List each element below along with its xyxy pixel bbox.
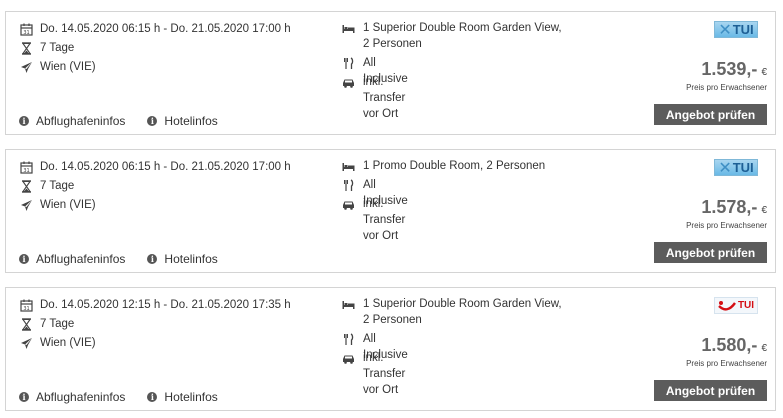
svg-text:31: 31 bbox=[23, 168, 29, 174]
logo-x-mark: ✕ bbox=[718, 21, 732, 39]
price-amount: 1.539,- bbox=[701, 59, 758, 79]
price: 1.580,- € bbox=[701, 335, 767, 356]
car-icon bbox=[342, 76, 355, 89]
hourglass-icon bbox=[20, 317, 33, 331]
room-description: 1 Superior Double Room Garden View, 2 Pe… bbox=[363, 22, 562, 50]
airport-info-link[interactable]: i Abflughafeninfos bbox=[19, 252, 125, 266]
logo-text: TUI bbox=[732, 160, 754, 175]
departure-row: Wien (VIE) bbox=[20, 336, 96, 350]
duration: 7 Tage bbox=[40, 180, 75, 192]
offer-card: 31 Do. 14.05.2020 06:15 h - Do. 21.05.20… bbox=[5, 149, 776, 273]
hotel-info-link[interactable]: i Hotelinfos bbox=[147, 114, 218, 128]
price-note: Preis pro Erwachsener bbox=[686, 359, 767, 368]
logo-text: TUI bbox=[737, 300, 755, 311]
room-row: 1 Superior Double Room Garden View, 2 Pe… bbox=[342, 296, 563, 328]
date-range: Do. 14.05.2020 06:15 h - Do. 21.05.2020 … bbox=[40, 23, 291, 35]
info-links: i Abflughafeninfos i Hotelinfos bbox=[19, 114, 240, 128]
duration-row: 7 Tage bbox=[20, 41, 74, 55]
info-icon: i bbox=[147, 254, 158, 264]
departure-airport: Wien (VIE) bbox=[40, 199, 96, 211]
date-range-row: 31 Do. 14.05.2020 06:15 h - Do. 21.05.20… bbox=[20, 160, 291, 174]
transfer-info: inkl. Transfer vor Ort bbox=[363, 352, 406, 396]
date-range: Do. 14.05.2020 06:15 h - Do. 21.05.2020 … bbox=[40, 161, 291, 173]
calendar-icon: 31 bbox=[20, 23, 33, 36]
departure-airport: Wien (VIE) bbox=[40, 61, 96, 73]
hotel-info-label: Hotelinfos bbox=[164, 114, 218, 128]
plane-icon bbox=[20, 337, 33, 350]
price-note: Preis pro Erwachsener bbox=[686, 221, 767, 230]
calendar-icon: 31 bbox=[20, 299, 33, 312]
transfer-info: inkl. Transfer vor Ort bbox=[363, 198, 406, 242]
room-description: 1 Superior Double Room Garden View, 2 Pe… bbox=[363, 298, 562, 326]
hotel-info-label: Hotelinfos bbox=[164, 252, 218, 266]
plane-icon bbox=[20, 199, 33, 212]
airport-info-label: Abflughafeninfos bbox=[36, 390, 126, 404]
hotel-info-link[interactable]: i Hotelinfos bbox=[147, 390, 218, 404]
offer-card: 31 Do. 14.05.2020 06:15 h - Do. 21.05.20… bbox=[5, 11, 776, 135]
departure-airport: Wien (VIE) bbox=[40, 337, 96, 349]
tui-logo: TUI bbox=[714, 297, 758, 314]
plane-icon bbox=[20, 61, 33, 74]
hourglass-icon bbox=[20, 179, 33, 193]
departure-row: Wien (VIE) bbox=[20, 60, 96, 74]
offer-card: 31 Do. 14.05.2020 12:15 h - Do. 21.05.20… bbox=[5, 287, 776, 411]
room-row: 1 Superior Double Room Garden View, 2 Pe… bbox=[342, 20, 563, 52]
hotel-info-label: Hotelinfos bbox=[164, 390, 218, 404]
hotel-info-link[interactable]: i Hotelinfos bbox=[147, 252, 218, 266]
car-icon bbox=[342, 198, 355, 211]
transfer-row: inkl. Transfer vor Ort bbox=[342, 74, 405, 122]
price-currency: € bbox=[761, 343, 767, 354]
duration: 7 Tage bbox=[40, 42, 75, 54]
price: 1.578,- € bbox=[701, 197, 767, 218]
duration-row: 7 Tage bbox=[20, 179, 74, 193]
airport-info-label: Abflughafeninfos bbox=[36, 252, 126, 266]
departure-row: Wien (VIE) bbox=[20, 198, 96, 212]
logo-x-mark: ✕ bbox=[718, 159, 732, 177]
date-range-row: 31 Do. 14.05.2020 06:15 h - Do. 21.05.20… bbox=[20, 22, 291, 36]
duration: 7 Tage bbox=[40, 318, 75, 330]
tui-smile-icon bbox=[718, 300, 736, 311]
airport-info-link[interactable]: i Abflughafeninfos bbox=[19, 114, 125, 128]
cutlery-icon bbox=[342, 333, 355, 346]
check-offer-button[interactable]: Angebot prüfen bbox=[654, 104, 767, 125]
cutlery-icon bbox=[342, 57, 355, 70]
room-row: 1 Promo Double Room, 2 Personen bbox=[342, 158, 563, 174]
car-icon bbox=[342, 352, 355, 365]
duration-row: 7 Tage bbox=[20, 317, 74, 331]
check-offer-button[interactable]: Angebot prüfen bbox=[654, 242, 767, 263]
date-range: Do. 14.05.2020 12:15 h - Do. 21.05.2020 … bbox=[40, 299, 291, 311]
info-icon: i bbox=[19, 254, 29, 264]
cutlery-icon bbox=[342, 179, 355, 192]
price-amount: 1.580,- bbox=[701, 335, 758, 355]
airport-info-link[interactable]: i Abflughafeninfos bbox=[19, 390, 125, 404]
tui-logo: ✕ TUI bbox=[714, 21, 758, 39]
hourglass-icon bbox=[20, 41, 33, 55]
logo-text: TUI bbox=[732, 22, 754, 37]
price-currency: € bbox=[761, 205, 767, 216]
price: 1.539,- € bbox=[701, 59, 767, 80]
room-description: 1 Promo Double Room, 2 Personen bbox=[363, 160, 546, 172]
price-amount: 1.578,- bbox=[701, 197, 758, 217]
bed-icon bbox=[342, 160, 355, 173]
transfer-row: inkl. Transfer vor Ort bbox=[342, 196, 405, 244]
svg-text:31: 31 bbox=[23, 306, 29, 312]
svg-text:31: 31 bbox=[23, 30, 29, 36]
bed-icon bbox=[342, 22, 355, 35]
transfer-info: inkl. Transfer vor Ort bbox=[363, 76, 406, 120]
transfer-row: inkl. Transfer vor Ort bbox=[342, 350, 405, 398]
price-note: Preis pro Erwachsener bbox=[686, 83, 767, 92]
info-icon: i bbox=[147, 116, 158, 126]
bed-icon bbox=[342, 298, 355, 311]
info-icon: i bbox=[19, 392, 29, 402]
info-links: i Abflughafeninfos i Hotelinfos bbox=[19, 390, 240, 404]
info-icon: i bbox=[147, 392, 158, 402]
airport-info-label: Abflughafeninfos bbox=[36, 114, 126, 128]
info-links: i Abflughafeninfos i Hotelinfos bbox=[19, 252, 240, 266]
price-currency: € bbox=[761, 67, 767, 78]
date-range-row: 31 Do. 14.05.2020 12:15 h - Do. 21.05.20… bbox=[20, 298, 291, 312]
info-icon: i bbox=[19, 116, 29, 126]
tui-logo: ✕ TUI bbox=[714, 159, 758, 177]
calendar-icon: 31 bbox=[20, 161, 33, 174]
check-offer-button[interactable]: Angebot prüfen bbox=[654, 380, 767, 401]
